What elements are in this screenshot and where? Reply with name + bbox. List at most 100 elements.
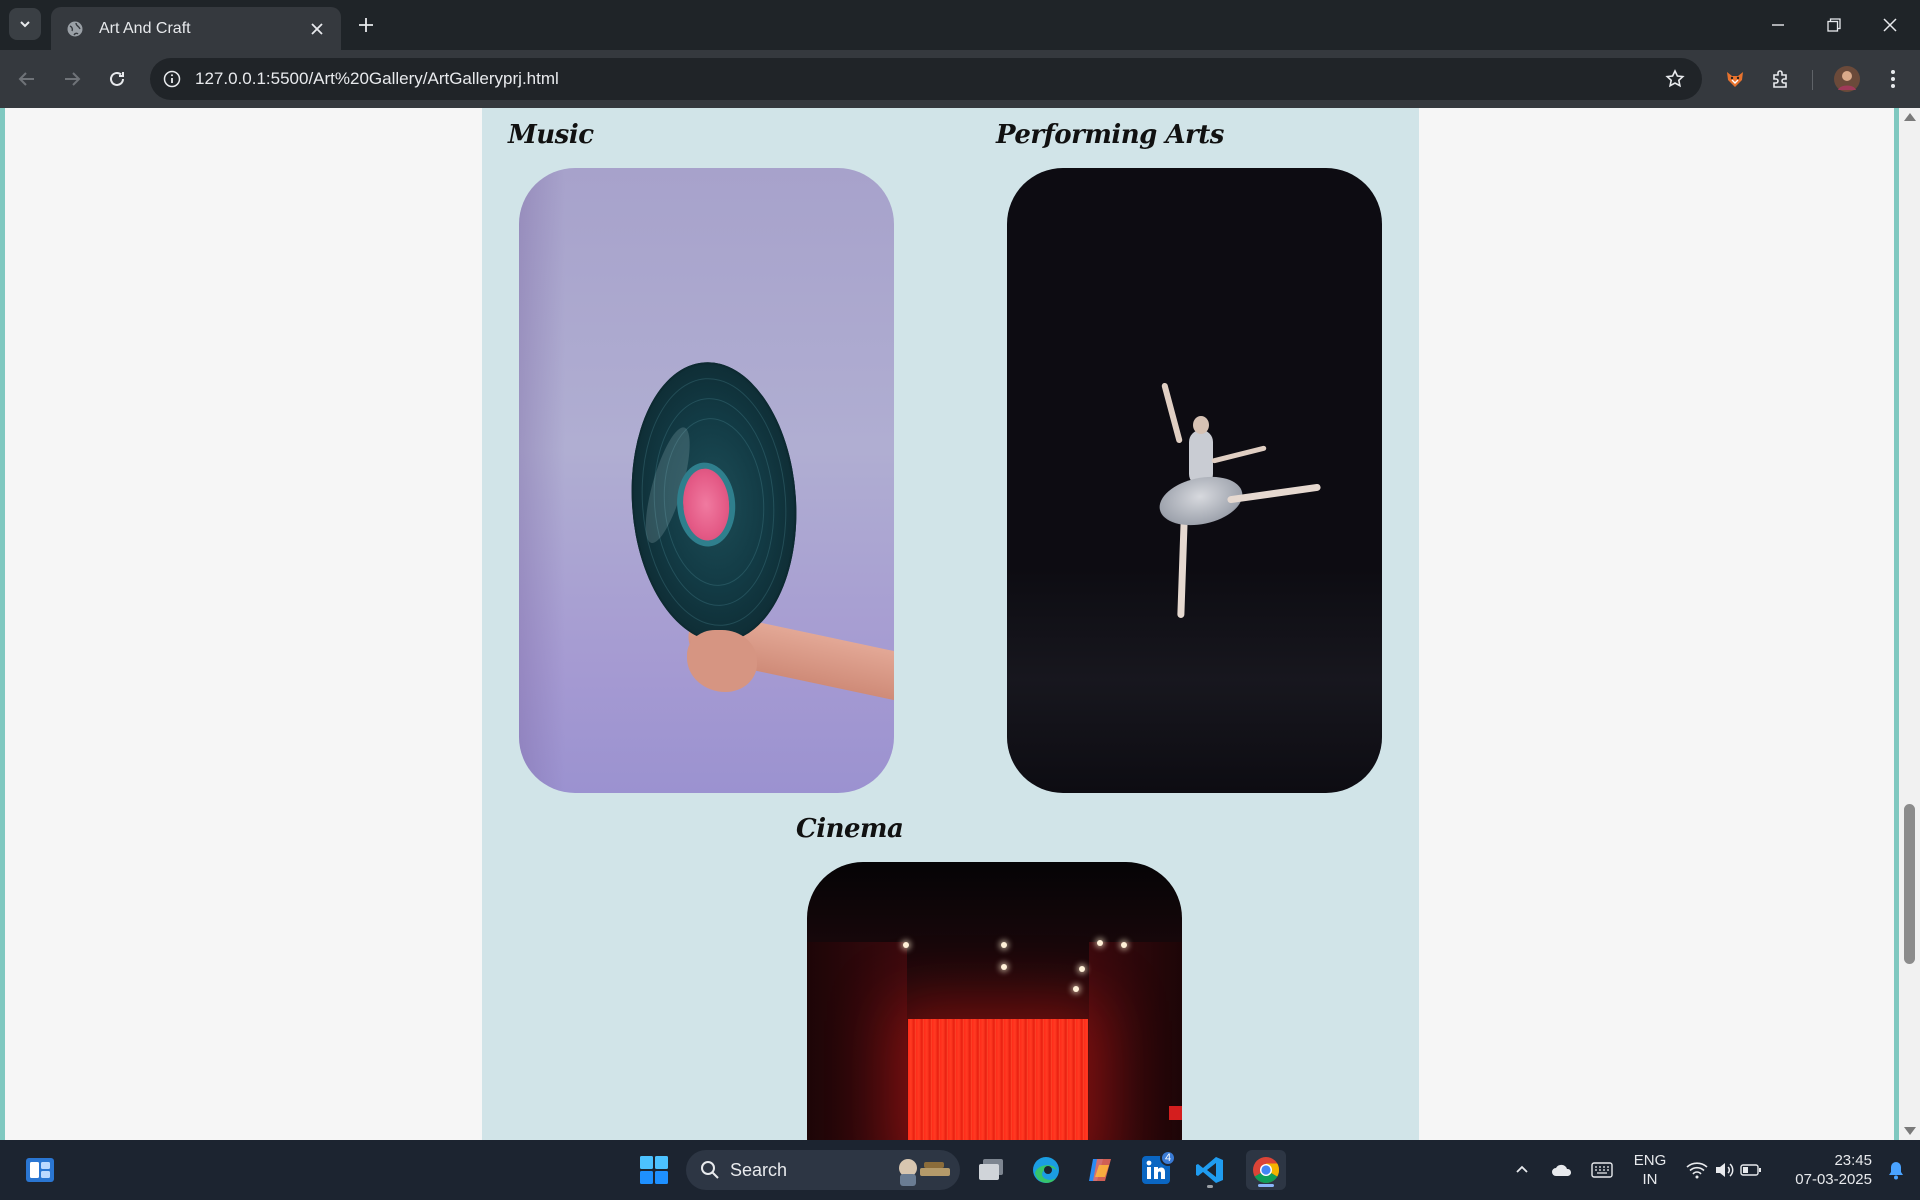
reload-icon <box>110 71 124 86</box>
url-text[interactable]: 127.0.0.1:5500/Art%20Gallery/ArtGalleryp… <box>195 69 1658 89</box>
onedrive-tray-button[interactable] <box>1542 1150 1582 1190</box>
ceiling-light <box>1001 942 1007 948</box>
dancer-leg-extended <box>1226 483 1322 504</box>
active-indicator <box>1258 1184 1274 1187</box>
vertical-scrollbar[interactable] <box>1899 108 1920 1140</box>
language-code: ENG <box>1633 1152 1667 1169</box>
clock-date: 07-03-2025 <box>1795 1171 1872 1188</box>
page-viewport: Music Performing Arts Cinema <box>0 108 1920 1140</box>
restore-icon <box>1827 18 1841 32</box>
close-window-button[interactable] <box>1862 0 1918 50</box>
new-tab-button[interactable] <box>351 10 381 40</box>
quick-settings-button[interactable] <box>1676 1150 1772 1190</box>
left-border-strip <box>0 108 5 1140</box>
cloud-icon <box>1552 1164 1572 1176</box>
edge-app-button[interactable] <box>1026 1150 1066 1190</box>
cinema-screen <box>908 1019 1088 1140</box>
copilot-icon <box>1089 1159 1111 1181</box>
dancer-arm-extended <box>1211 445 1267 464</box>
bookmark-star-icon[interactable] <box>1658 62 1692 96</box>
vscode-icon <box>1196 1157 1223 1183</box>
vinyl-record-icon <box>622 356 806 648</box>
scroll-down-arrow-icon[interactable] <box>1904 1127 1916 1135</box>
reload-button[interactable] <box>100 62 134 96</box>
search-label: Search <box>730 1159 788 1180</box>
section-title-cinema: Cinema <box>796 814 904 844</box>
task-view-icon <box>979 1159 1003 1180</box>
address-bar[interactable]: 127.0.0.1:5500/Art%20Gallery/ArtGalleryp… <box>150 58 1702 100</box>
ceiling-light <box>1001 964 1007 970</box>
region-code: IN <box>1642 1171 1658 1188</box>
ceiling-light <box>1073 986 1079 992</box>
extensions-puzzle-icon[interactable] <box>1764 62 1798 96</box>
start-button[interactable] <box>634 1150 674 1190</box>
chrome-icon <box>1253 1157 1280 1184</box>
minimize-icon <box>1772 24 1784 26</box>
stage-floor <box>1007 568 1382 793</box>
widgets-button[interactable] <box>20 1150 60 1190</box>
battery-icon <box>1740 1164 1761 1176</box>
dancer-head <box>1193 416 1209 434</box>
tab-search-button[interactable] <box>9 8 41 40</box>
chevron-down-icon <box>20 21 30 28</box>
notification-badge: 4 <box>1160 1150 1176 1166</box>
input-language-indicator[interactable]: ENG IN <box>1628 1151 1672 1189</box>
chevron-up-icon <box>1516 1165 1528 1173</box>
widgets-icon <box>26 1158 54 1182</box>
volume-icon <box>1716 1163 1734 1177</box>
gallery-panel: Music Performing Arts Cinema <box>482 108 1419 1140</box>
keyboard-icon <box>1591 1162 1613 1178</box>
clock[interactable]: 23:45 07-03-2025 <box>1776 1151 1872 1189</box>
theatre-wall-left <box>807 942 907 1140</box>
hand-shape <box>687 630 757 692</box>
more-menu-icon[interactable] <box>1876 62 1910 96</box>
section-title-music: Music <box>508 120 594 150</box>
show-hidden-icons-button[interactable] <box>1502 1150 1542 1190</box>
notifications-button[interactable] <box>1876 1150 1916 1190</box>
profile-avatar[interactable] <box>1830 62 1864 96</box>
search-highlight-illustration-icon <box>899 1159 950 1186</box>
performing-arts-image[interactable] <box>1007 168 1382 793</box>
cinema-image[interactable] <box>807 862 1182 1140</box>
exit-sign-icon <box>1169 1106 1182 1120</box>
close-icon <box>1883 18 1897 32</box>
task-view-button[interactable] <box>972 1150 1012 1190</box>
minimize-button[interactable] <box>1750 0 1806 50</box>
tab-title: Art And Craft <box>99 19 191 37</box>
plus-icon <box>359 18 373 32</box>
music-image[interactable] <box>519 168 894 793</box>
restore-button[interactable] <box>1806 0 1862 50</box>
linkedin-app-button[interactable]: 4 <box>1136 1150 1176 1190</box>
scroll-up-arrow-icon[interactable] <box>1904 113 1916 121</box>
ceiling-light <box>903 942 909 948</box>
taskbar-search-box[interactable]: Search <box>686 1150 960 1190</box>
ceiling-light <box>1097 940 1103 946</box>
browser-tab[interactable]: Art And Craft <box>51 7 341 50</box>
ceiling-light <box>1079 966 1085 972</box>
copilot-app-button[interactable] <box>1080 1150 1120 1190</box>
clock-time: 23:45 <box>1834 1152 1872 1169</box>
vscode-app-button[interactable] <box>1190 1150 1230 1190</box>
dancer-arm <box>1161 382 1183 444</box>
bell-icon <box>1889 1162 1903 1180</box>
chrome-app-button[interactable] <box>1246 1150 1286 1190</box>
keyboard-tray-button[interactable] <box>1582 1150 1622 1190</box>
wifi-icon <box>1686 1162 1708 1179</box>
scrollbar-thumb[interactable] <box>1904 804 1915 964</box>
windows-taskbar: Search 4 ENG IN 23:45 07-03-2025 <box>0 1140 1920 1200</box>
arrow-left-icon <box>18 72 34 86</box>
section-title-performing-arts: Performing Arts <box>996 120 1224 150</box>
fox-extension-icon[interactable] <box>1718 62 1752 96</box>
tab-strip: Art And Craft <box>0 0 1920 50</box>
forward-button[interactable] <box>55 62 89 96</box>
globe-icon <box>65 19 85 39</box>
edge-browser-icon <box>1033 1157 1059 1183</box>
back-button[interactable] <box>10 62 44 96</box>
running-indicator <box>1207 1185 1213 1188</box>
image-shadow <box>519 168 565 793</box>
browser-toolbar: 127.0.0.1:5500/Art%20Gallery/ArtGalleryp… <box>0 50 1920 108</box>
arrow-right-icon <box>65 72 81 86</box>
site-info-icon[interactable] <box>157 64 187 94</box>
close-tab-icon[interactable] <box>305 17 329 41</box>
ceiling-light <box>1121 942 1127 948</box>
